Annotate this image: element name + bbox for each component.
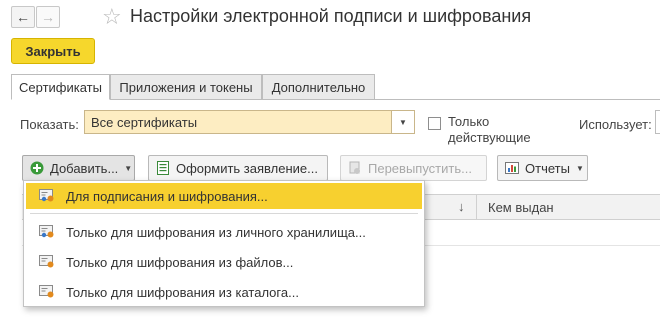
menu-item-label: Только для шифрования из файлов... (66, 254, 294, 270)
certificate-file-icon (39, 285, 54, 298)
menu-item-label: Для подписания и шифрования... (66, 188, 268, 204)
uses-field[interactable] (655, 110, 660, 134)
apply-request-label: Оформить заявление... (176, 160, 318, 176)
only-valid-label: Только действующие (448, 114, 531, 145)
menu-divider (30, 213, 418, 214)
uses-label: Использует: (579, 117, 652, 132)
reissue-label: Перевыпустить... (368, 160, 472, 176)
back-button[interactable]: ← (11, 6, 35, 28)
add-button[interactable]: Добавить... ▼ (22, 155, 135, 181)
tab-apps-tokens[interactable]: Приложения и токены (110, 74, 262, 100)
certificate-icon (39, 225, 54, 238)
apply-request-button[interactable]: Оформить заявление... (148, 155, 328, 181)
only-valid-checkbox[interactable] (428, 117, 441, 130)
document-icon (157, 161, 169, 175)
column-header-issuer[interactable]: Кем выдан (488, 200, 554, 215)
show-select-value: Все сертификаты (91, 115, 198, 130)
show-label: Показать: (20, 117, 79, 132)
sort-arrow-icon[interactable]: ↓ (458, 199, 465, 214)
certificate-icon (39, 189, 54, 202)
certificate-file-icon (39, 255, 54, 268)
reissue-button[interactable]: Перевыпустить... (340, 155, 487, 181)
tab-advanced[interactable]: Дополнительно (262, 74, 375, 100)
menu-item-sign-and-encrypt[interactable]: Для подписания и шифрования... (26, 183, 422, 209)
reports-label: Отчеты (525, 160, 570, 176)
add-button-label: Добавить... (50, 160, 119, 176)
star-icon[interactable]: ☆ (102, 4, 122, 30)
tab-certificates[interactable]: Сертификаты (11, 74, 110, 100)
page-title: Настройки электронной подписи и шифрован… (130, 6, 532, 26)
column-divider (476, 195, 477, 219)
forward-button[interactable]: → (36, 6, 60, 28)
plus-circle-icon (30, 161, 44, 175)
show-select[interactable]: Все сертификаты ▼ (84, 110, 415, 134)
menu-item-label: Только для шифрования из личного хранили… (66, 224, 366, 240)
menu-item-encrypt-files[interactable]: Только для шифрования из файлов... (26, 249, 422, 275)
reissue-icon (349, 161, 360, 174)
report-icon (505, 162, 519, 174)
arrow-right-icon: → (41, 9, 55, 25)
arrow-left-icon: ← (16, 9, 30, 25)
menu-item-encrypt-personal-store[interactable]: Только для шифрования из личного хранили… (26, 219, 422, 245)
chevron-down-icon[interactable]: ▼ (391, 111, 414, 133)
chevron-down-icon: ▼ (124, 163, 133, 173)
close-button[interactable]: Закрыть (11, 38, 95, 64)
add-dropdown-menu: Для подписания и шифрования... Только дл… (23, 180, 425, 307)
menu-item-encrypt-directory[interactable]: Только для шифрования из каталога... (26, 279, 422, 305)
reports-button[interactable]: Отчеты ▼ (497, 155, 588, 181)
chevron-down-icon: ▼ (575, 163, 584, 173)
menu-item-label: Только для шифрования из каталога... (66, 284, 299, 300)
